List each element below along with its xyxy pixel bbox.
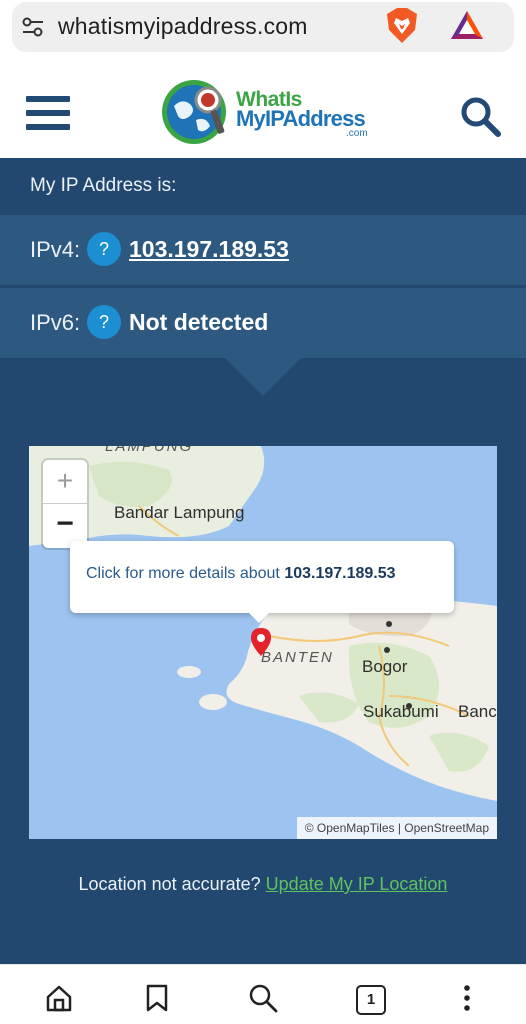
map-attribution[interactable]: © OpenMapTiles | OpenStreetMap	[296, 817, 497, 839]
zoom-control: + −	[43, 460, 87, 548]
ipv4-help-icon[interactable]: ?	[87, 232, 121, 266]
location-map[interactable]: + − LAMPUNG Bandar Lampung BANTEN Bogor …	[29, 446, 497, 839]
tune-icon[interactable]	[22, 16, 44, 38]
update-location-line: Location not accurate? Update My IP Loca…	[0, 874, 526, 895]
browser-bottom-nav: 1	[0, 964, 526, 1024]
popup-ip: 103.197.189.53	[284, 565, 396, 582]
home-icon[interactable]	[44, 983, 74, 1013]
location-pin-icon[interactable]	[250, 627, 272, 657]
search-icon[interactable]	[458, 94, 502, 138]
ipv4-label: IPv4:	[30, 237, 81, 262]
ipv6-row: IPv6: ? Not detected	[0, 288, 526, 358]
bookmark-icon[interactable]	[142, 983, 172, 1013]
logo-text-com: .com	[346, 128, 368, 139]
panel-pointer	[225, 358, 301, 396]
update-question: Location not accurate?	[78, 874, 266, 894]
ipv4-value[interactable]: 103.197.189.53	[129, 236, 289, 263]
browser-toolbar: whatismyipaddress.com	[0, 0, 526, 56]
ip-panel: My IP Address is: IPv4: ? 103.197.189.53…	[0, 158, 526, 964]
bat-rewards-icon[interactable]	[450, 10, 484, 40]
popup-tip	[249, 613, 269, 623]
map-label-sukabumi: Sukabumi	[363, 702, 439, 721]
popup-prefix: Click for more details about	[86, 565, 285, 582]
zoom-in-button[interactable]: +	[43, 460, 87, 504]
address-bar[interactable]: whatismyipaddress.com	[12, 2, 514, 52]
popup-link[interactable]: Click for more details about 103.197.189…	[86, 565, 396, 583]
update-location-link[interactable]: Update My IP Location	[266, 874, 448, 894]
ipv4-row: IPv4: ? 103.197.189.53	[0, 215, 526, 285]
url-text[interactable]: whatismyipaddress.com	[58, 13, 308, 40]
brave-lion-icon[interactable]	[386, 8, 418, 44]
ip-heading: My IP Address is:	[30, 175, 177, 196]
map-label-bandung: Banc	[458, 702, 497, 721]
map-label-bogor: Bogor	[362, 657, 408, 676]
ipv6-help-icon[interactable]: ?	[87, 305, 121, 339]
location-popup[interactable]: Click for more details about 103.197.189…	[70, 541, 454, 613]
ipv6-label: IPv6:	[30, 310, 81, 335]
site-header: WhatIs MyIPAddress .com	[0, 56, 526, 158]
more-vertical-icon[interactable]	[452, 983, 482, 1013]
ipv6-value: Not detected	[129, 309, 269, 335]
hamburger-menu-icon[interactable]	[26, 96, 70, 130]
map-label-lampung: LAMPUNG	[105, 446, 194, 455]
tabs-icon[interactable]: 1	[356, 985, 386, 1015]
map-label-bandar-lampung: Bandar Lampung	[114, 503, 245, 522]
globe-logo-icon	[162, 80, 226, 144]
search-icon[interactable]	[248, 983, 278, 1013]
site-logo[interactable]: WhatIs MyIPAddress .com	[160, 76, 370, 148]
